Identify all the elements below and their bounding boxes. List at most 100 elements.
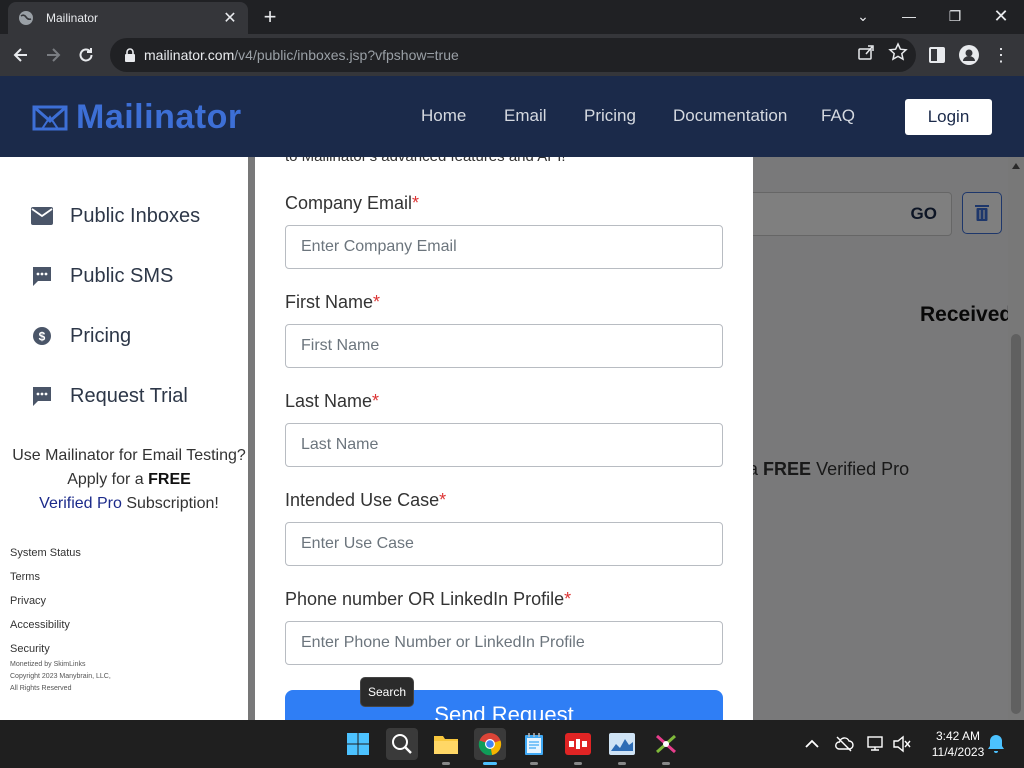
snipping-icon (656, 734, 676, 754)
company-email-label-text: Company Email (285, 193, 413, 213)
nav-email[interactable]: Email (504, 106, 547, 126)
footer-link-privacy[interactable]: Privacy (10, 595, 46, 607)
share-icon[interactable] (856, 42, 876, 62)
lock-icon (125, 48, 135, 62)
side-panel-icon (929, 47, 945, 63)
app-red-button[interactable] (562, 728, 594, 760)
address-bar[interactable]: mailinator.com/v4/public/inboxes.jsp?vfp… (110, 38, 916, 72)
required-mark: * (439, 490, 447, 510)
copyright-text: Copyright 2023 Manybrain, LLC, (10, 673, 111, 680)
rights-text: All Rights Reserved (10, 685, 72, 692)
promo-subscription-text: Subscription! (121, 495, 219, 512)
promo-line1: Use Mailinator for Email Testing? (12, 447, 246, 464)
request-trial-modal: to Mailinator's advanced features and AP… (255, 157, 753, 720)
file-explorer-button[interactable] (430, 728, 462, 760)
url-host: mailinator.com (144, 47, 235, 63)
profile-icon (959, 45, 979, 65)
login-button[interactable]: Login (905, 99, 992, 135)
web-page: Mailinator Home Email Pricing Documentat… (0, 76, 1024, 720)
footer-link-accessibility[interactable]: Accessibility (10, 619, 70, 631)
sidebar-promo: Use Mailinator for Email Testing? Apply … (10, 444, 248, 516)
windows-taskbar: 3:42 AM 11/4/2023 (0, 720, 1024, 768)
required-mark: * (412, 193, 420, 213)
nav-documentation[interactable]: Documentation (673, 106, 787, 126)
restore-button[interactable]: ❐ (932, 0, 978, 32)
tab-search-icon[interactable]: ⌄ (840, 0, 886, 32)
running-indicator (442, 762, 450, 765)
first-name-label: First Name* (285, 292, 380, 313)
sidebar-item-label: Public Inboxes (70, 204, 201, 227)
last-name-field[interactable] (285, 423, 723, 467)
close-window-button[interactable]: ✕ (978, 0, 1024, 32)
reload-button[interactable] (73, 42, 99, 68)
snip-app-button[interactable] (650, 728, 682, 760)
profile-button[interactable] (958, 44, 980, 66)
notepad-button[interactable] (518, 728, 550, 760)
mailinator-logo-icon (32, 105, 68, 130)
side-panel-button[interactable] (926, 44, 948, 66)
new-tab-button[interactable]: + (258, 5, 282, 29)
kebab-menu-icon: ⋮ (992, 44, 1010, 65)
first-name-field[interactable] (285, 324, 723, 368)
last-name-label: Last Name* (285, 391, 379, 412)
notepad-icon (525, 733, 543, 755)
phone-linkedin-field[interactable] (285, 621, 723, 665)
image-viewer-button[interactable] (606, 728, 638, 760)
folder-icon (434, 736, 458, 754)
sidebar-item-label: Public SMS (70, 264, 174, 287)
nav-pricing[interactable]: Pricing (584, 106, 636, 126)
svg-text:$: $ (39, 330, 46, 344)
footer-link-system-status[interactable]: System Status (10, 547, 81, 559)
send-request-button[interactable]: Send Request (285, 690, 723, 720)
taskbar-search-button[interactable] (386, 728, 418, 760)
chevron-up-icon[interactable] (802, 734, 822, 754)
promo-apply-text: Apply for a (67, 471, 149, 488)
footer-link-terms[interactable]: Terms (10, 571, 40, 583)
running-indicator (530, 762, 538, 765)
required-mark: * (373, 292, 381, 312)
cloud-off-icon[interactable] (834, 734, 854, 754)
verified-pro-link[interactable]: Verified Pro (39, 495, 122, 512)
use-case-label-text: Intended Use Case (285, 490, 440, 510)
search-icon (392, 734, 412, 754)
start-button[interactable] (342, 728, 374, 760)
company-email-field[interactable] (285, 225, 723, 269)
last-name-label-text: Last Name (285, 391, 373, 411)
active-indicator (483, 762, 497, 765)
envelope-icon (30, 204, 54, 228)
star-icon[interactable] (888, 42, 908, 62)
sidebar-item-label: Pricing (70, 324, 132, 347)
nav-home[interactable]: Home (421, 106, 466, 126)
promo-free-text: FREE (148, 471, 191, 488)
use-case-field[interactable] (285, 522, 723, 566)
back-button[interactable] (8, 42, 34, 68)
sidebar-item-public-sms[interactable]: Public SMS (30, 264, 173, 288)
browser-tab[interactable]: Mailinator ✕ (8, 2, 248, 34)
phone-linkedin-label: Phone number OR LinkedIn Profile* (285, 589, 571, 610)
company-email-label: Company Email* (285, 193, 419, 214)
volume-muted-icon[interactable] (892, 734, 912, 754)
monetized-text: Monetized by SkimLinks (10, 661, 86, 668)
close-tab-icon[interactable]: ✕ (222, 8, 238, 28)
logo[interactable]: Mailinator (32, 98, 242, 137)
browser-tab-bar: Mailinator ✕ + ⌄ — ❐ ✕ (0, 0, 1024, 34)
chat-icon (30, 384, 54, 408)
tab-title: Mailinator (46, 11, 99, 25)
sidebar-item-public-inboxes[interactable]: Public Inboxes (30, 204, 200, 228)
forward-button[interactable] (40, 42, 66, 68)
sidebar-item-label: Request Trial (70, 384, 188, 407)
running-indicator (618, 762, 626, 765)
menu-button[interactable]: ⋮ (990, 44, 1012, 66)
minimize-button[interactable]: — (886, 0, 932, 32)
sidebar-item-request-trial[interactable]: Request Trial (30, 384, 188, 408)
chrome-taskbar-button[interactable] (474, 728, 506, 760)
notification-bell-icon[interactable] (986, 734, 1006, 754)
sidebar-item-pricing[interactable]: $ Pricing (30, 324, 131, 348)
nav-faq[interactable]: FAQ (821, 106, 855, 126)
modal-intro-text: to Mailinator's advanced features and AP… (285, 157, 566, 165)
use-case-label: Intended Use Case* (285, 490, 446, 511)
browser-toolbar: mailinator.com/v4/public/inboxes.jsp?vfp… (0, 34, 1024, 76)
footer-link-security[interactable]: Security (10, 643, 50, 655)
site-header: Mailinator Home Email Pricing Documentat… (0, 76, 1024, 157)
network-icon[interactable] (866, 734, 886, 754)
